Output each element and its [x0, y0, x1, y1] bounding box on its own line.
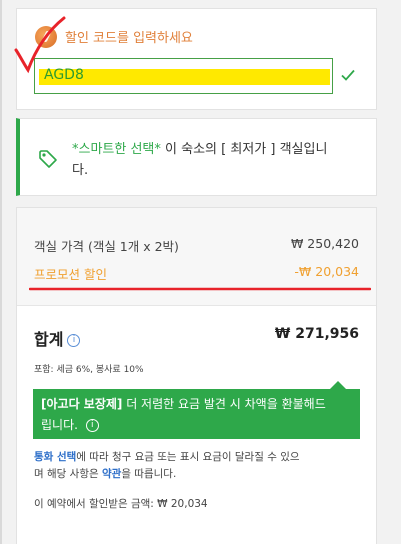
annotation-underline	[29, 287, 371, 291]
smart-choice-highlight: *스마트한 선택*	[72, 142, 161, 157]
smart-choice-text: *스마트한 선택* 이 숙소의 [ 최저가 ] 객실입니 다.	[72, 139, 362, 181]
room-price-row: 객실 가격 (객실 1개 x 2박) ₩ 250,420	[34, 236, 359, 255]
page-border	[0, 0, 2, 544]
promo-discount-label: 프로모션 할인	[34, 267, 107, 282]
total-section: 합계 i ₩ 271,956 포함: 세금 6%, 봉사료 10% [아고다 보장…	[17, 305, 376, 544]
guarantee-text: 더 저렴한 요금 발견 시 차액을 환불해드	[122, 397, 326, 411]
guarantee-text-line2: 립니다.	[41, 418, 78, 432]
policy-text-1: 에 따라 청구 요금 또는 표시 요금이 달라질 수 있으	[76, 451, 300, 463]
total-label: 합계 i	[34, 326, 81, 350]
price-summary-card: 객실 가격 (객실 1개 x 2박) ₩ 250,420 프로모션 할인 -₩ …	[16, 207, 377, 544]
room-price-label: 객실 가격 (객실 1개 x 2박)	[34, 239, 179, 254]
promo-code-card: 할인 코드를 입력하세요 AGD8	[16, 8, 377, 110]
terms-link[interactable]: 약관	[102, 468, 121, 480]
guarantee-info-icon[interactable]: i	[85, 419, 99, 432]
policy-text-2: 며 해당 사항은	[34, 468, 102, 480]
promo-discount-row: 프로모션 할인 -₩ 20,034	[34, 264, 359, 283]
smart-choice-card: *스마트한 선택* 이 숙소의 [ 최저가 ] 객실입니 다.	[16, 118, 377, 196]
smart-choice-text-rest: 이 숙소의 [ 최저가 ] 객실입니	[160, 142, 328, 157]
promo-discount-value: -₩ 20,034	[294, 264, 359, 279]
info-icon[interactable]: i	[67, 334, 81, 347]
guarantee-title: [아고다 보장제]	[41, 397, 123, 411]
total-value: ₩ 271,956	[274, 326, 359, 342]
smart-choice-text-line2: 다.	[72, 163, 89, 178]
total-label-text: 합계	[34, 330, 64, 349]
price-guarantee-banner: [아고다 보장제] 더 저렴한 요금 발견 시 차액을 환불해드 립니다. i	[33, 381, 360, 439]
policy-text-3: 을 따릅니다.	[121, 468, 177, 480]
price-tag-icon	[39, 150, 57, 168]
promo-code-value: AGD8	[44, 67, 84, 83]
check-icon	[341, 69, 355, 81]
tax-note: 포함: 세금 6%, 봉사료 10%	[34, 365, 144, 375]
room-price-value: ₩ 250,420	[290, 236, 359, 251]
savings-note: 이 예약에서 할인받은 금액: ₩ 20,034	[34, 498, 208, 510]
promo-code-input[interactable]: AGD8	[34, 58, 333, 94]
currency-selection-link[interactable]: 통화 선택	[34, 451, 76, 463]
promo-code-label[interactable]: 할인 코드를 입력하세요	[65, 27, 193, 46]
currency-policy-note: 통화 선택에 따라 청구 요금 또는 표시 요금이 달라질 수 있으 며 해당 …	[34, 449, 364, 483]
promo-tag-icon	[35, 26, 57, 48]
